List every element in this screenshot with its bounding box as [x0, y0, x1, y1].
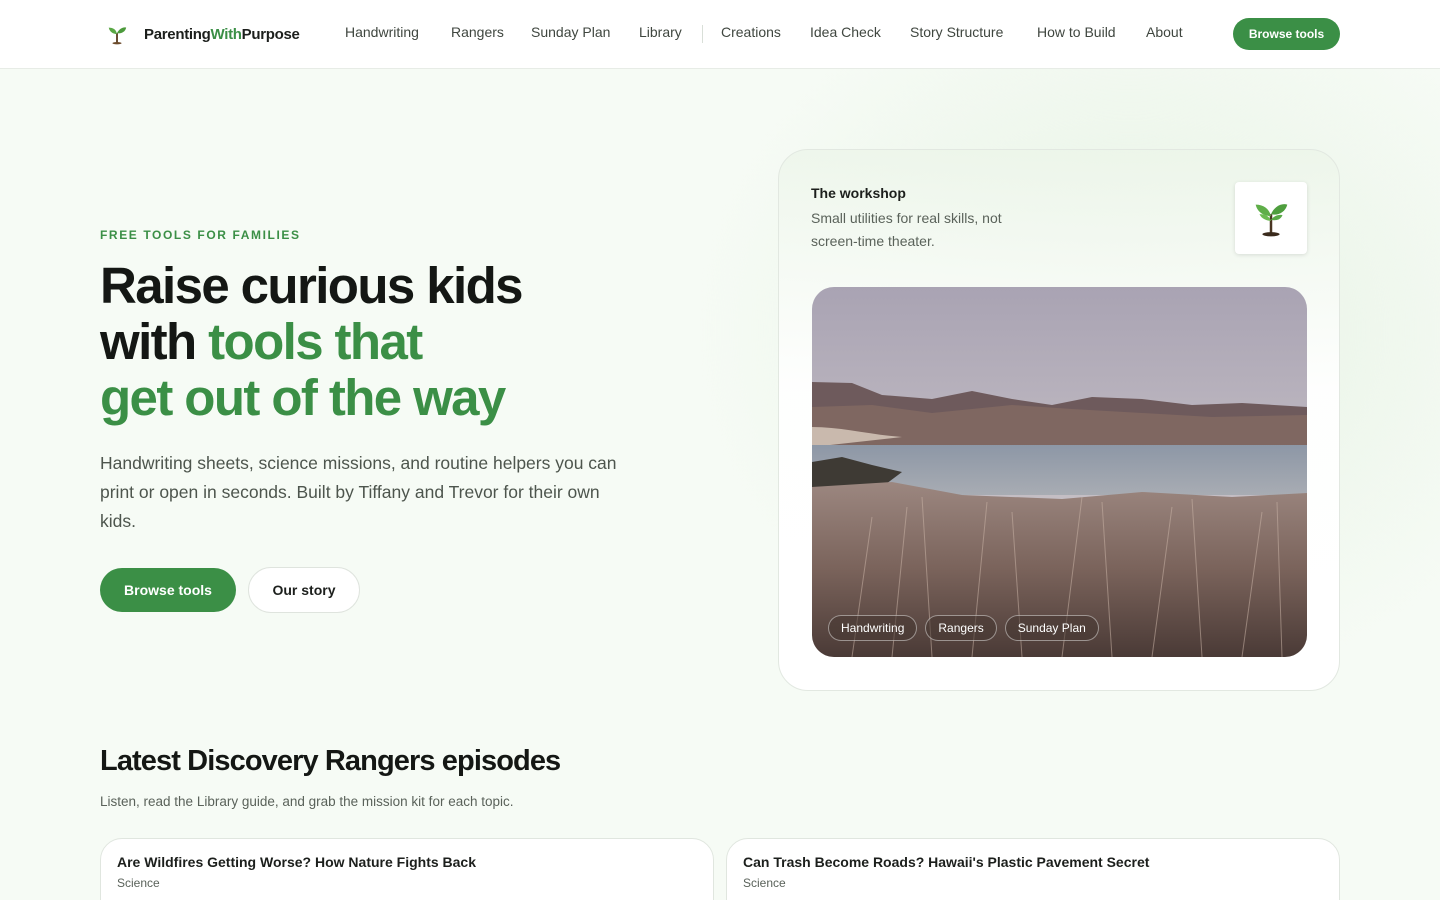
nav-creations[interactable]: Creations — [721, 24, 781, 40]
workshop-badge — [1235, 182, 1307, 254]
hero-title: Raise curious kids with tools that get o… — [100, 257, 523, 426]
lake-landscape-image — [812, 287, 1307, 657]
workshop-card: The workshop Small utilities for real sk… — [778, 149, 1340, 691]
hero-browse-tools-button[interactable]: Browse tools — [100, 568, 236, 612]
episodes-title: Latest Discovery Rangers episodes — [100, 745, 561, 777]
site-logo[interactable]: ParentingWithPurpose — [106, 22, 300, 46]
hero-eyebrow: FREE TOOLS FOR FAMILIES — [100, 228, 301, 242]
episode-card[interactable]: Can Trash Become Roads? Hawaii's Plastic… — [726, 838, 1340, 900]
nav-about[interactable]: About — [1146, 24, 1183, 40]
nav-idea-check[interactable]: Idea Check — [810, 24, 881, 40]
site-header: ParentingWithPurpose Handwriting Rangers… — [0, 0, 1440, 69]
chip-handwriting[interactable]: Handwriting — [828, 615, 918, 641]
episodes-subtitle: Listen, read the Library guide, and grab… — [100, 794, 514, 809]
nav-story-structure[interactable]: Story Structure — [910, 24, 1003, 40]
nav-sunday-plan[interactable]: Sunday Plan — [531, 24, 610, 40]
sprout-icon — [108, 27, 127, 45]
episode-title: Can Trash Become Roads? Hawaii's Plastic… — [743, 854, 1150, 870]
nav-divider — [702, 25, 703, 43]
chip-rangers[interactable]: Rangers — [925, 615, 997, 641]
nav-handwriting[interactable]: Handwriting — [345, 24, 419, 40]
nav-rangers[interactable]: Rangers — [451, 24, 504, 40]
header-browse-tools-button[interactable]: Browse tools — [1233, 18, 1340, 50]
our-story-button[interactable]: Our story — [248, 567, 360, 613]
episode-tag: Science — [117, 876, 160, 890]
chip-sunday-plan[interactable]: Sunday Plan — [1004, 615, 1099, 641]
episode-title: Are Wildfires Getting Worse? How Nature … — [117, 854, 477, 870]
nav-how-to-build[interactable]: How to Build — [1037, 24, 1116, 40]
sprout-icon — [1255, 204, 1288, 237]
landscape-photo: Handwriting Rangers Sunday Plan — [812, 287, 1307, 657]
hero-subtitle: Handwriting sheets, science missions, an… — [100, 453, 617, 531]
workshop-title: The workshop — [811, 185, 906, 201]
tool-chips: Handwriting Rangers Sunday Plan — [828, 615, 1099, 641]
episode-tag: Science — [743, 876, 786, 890]
workshop-description: Small utilities for real skills, not scr… — [811, 210, 1002, 249]
nav-library[interactable]: Library — [639, 24, 682, 40]
episode-card[interactable]: Are Wildfires Getting Worse? How Nature … — [100, 838, 714, 900]
logo-text: ParentingWithPurpose — [144, 25, 300, 43]
